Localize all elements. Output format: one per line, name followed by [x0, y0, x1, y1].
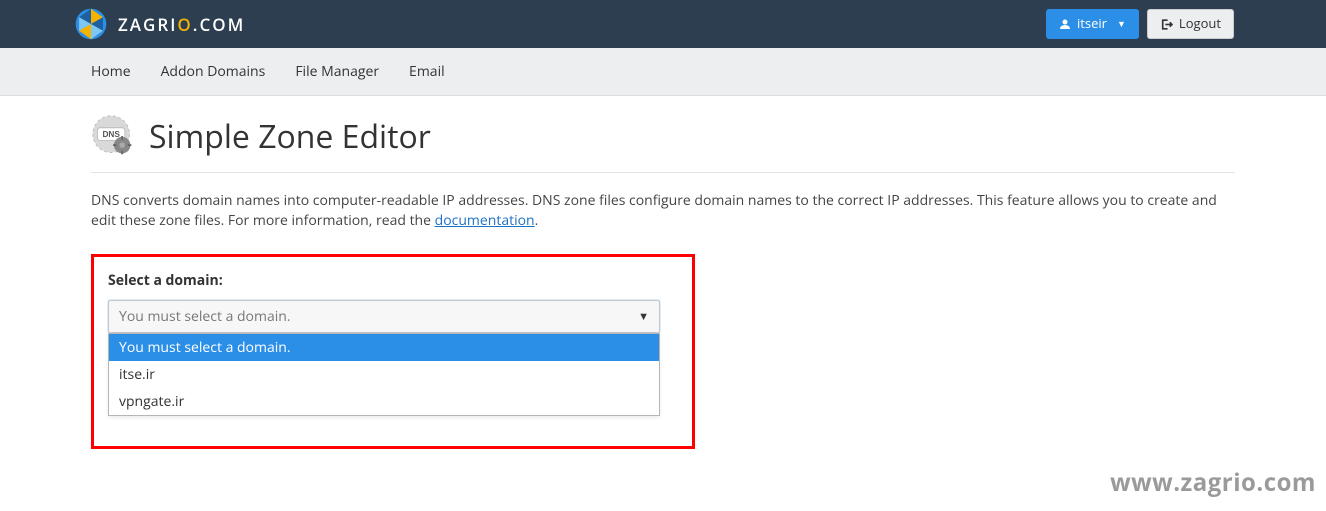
user-label: itseir: [1077, 16, 1107, 32]
nav-link-file-manager[interactable]: File Manager: [295, 62, 379, 81]
secondary-nav: Home Addon Domains File Manager Email: [0, 48, 1326, 96]
svg-text:DNS: DNS: [102, 130, 120, 139]
logout-button[interactable]: Logout: [1147, 9, 1234, 39]
page-description: DNS converts domain names into computer-…: [91, 191, 1235, 232]
user-icon: [1059, 18, 1071, 30]
domain-select-area: Select a domain: You must select a domai…: [91, 254, 695, 449]
brand-logo[interactable]: ZAGRIO.COM: [74, 7, 245, 41]
brand-logo-icon: [74, 7, 108, 41]
brand-logo-text: ZAGRIO.COM: [118, 13, 245, 36]
user-menu-button[interactable]: itseir ▼: [1046, 9, 1139, 39]
dns-zone-icon: DNS: [91, 114, 135, 158]
page-title-row: DNS Simple Zone Editor: [91, 114, 1235, 173]
chevron-down-icon: ▼: [638, 309, 649, 324]
caret-down-icon: ▼: [1117, 19, 1126, 30]
top-header-bar: ZAGRIO.COM itseir ▼: [0, 0, 1326, 48]
documentation-link[interactable]: documentation: [435, 211, 535, 230]
page-title: Simple Zone Editor: [149, 115, 431, 158]
nav-link-email[interactable]: Email: [409, 62, 445, 81]
domain-select[interactable]: You must select a domain. ▼: [108, 300, 660, 333]
logout-icon: [1160, 18, 1173, 31]
nav-link-addon-domains[interactable]: Addon Domains: [161, 62, 266, 81]
domain-option-2[interactable]: vpngate.ir: [109, 388, 659, 415]
domain-select-label: Select a domain:: [108, 271, 678, 290]
domain-option-placeholder[interactable]: You must select a domain.: [109, 334, 659, 361]
domain-option-1[interactable]: itse.ir: [109, 361, 659, 388]
domain-select-value: You must select a domain.: [119, 307, 291, 326]
nav-link-home[interactable]: Home: [91, 62, 131, 81]
watermark-text: www.zagrio.com: [1110, 466, 1316, 499]
logout-label: Logout: [1179, 16, 1221, 32]
domain-select-dropdown: You must select a domain. itse.ir vpngat…: [108, 333, 660, 416]
